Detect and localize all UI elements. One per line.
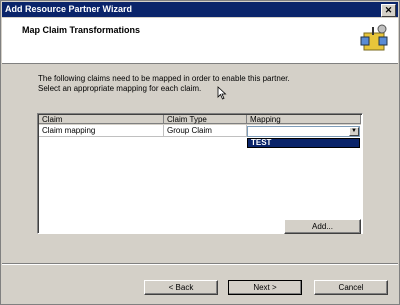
close-icon: ✕ [384,5,393,15]
wizard-icon [360,24,388,51]
wizard-window: Add Resource Partner Wizard ✕ Map Claim … [0,0,400,305]
grid-header: Claim Claim Type Mapping [39,115,361,125]
footer-separator [2,263,398,265]
next-button[interactable]: Next > [228,280,302,295]
column-header-mapping[interactable]: Mapping [247,115,361,124]
column-header-claim-type[interactable]: Claim Type [164,115,247,124]
cell-claim[interactable]: Claim mapping [39,125,164,137]
instruction-line-2: Select an appropriate mapping for each c… [38,84,202,93]
dropdown-option-test[interactable]: TEST [248,139,359,147]
add-button[interactable]: Add... [284,219,361,234]
chevron-down-icon: ▼ [351,128,357,134]
instructions: The following claims need to be mapped i… [38,74,348,94]
window-title: Add Resource Partner Wizard [5,4,132,14]
column-header-claim[interactable]: Claim [39,115,164,124]
back-button[interactable]: < Back [144,280,218,295]
wizard-header: Map Claim Transformations [2,18,398,64]
mouse-cursor-icon [217,86,227,100]
close-button[interactable]: ✕ [381,4,396,17]
cancel-button[interactable]: Cancel [314,280,388,295]
dropdown-button[interactable]: ▼ [349,127,359,136]
instruction-line-1: The following claims need to be mapped i… [38,74,290,83]
title-bar[interactable]: Add Resource Partner Wizard ✕ [2,2,398,17]
mapping-select[interactable]: ▼ [247,126,360,137]
claims-grid[interactable]: Claim Claim Type Mapping Claim mapping G… [37,113,363,234]
mapping-dropdown-list: TEST [247,138,360,148]
page-heading: Map Claim Transformations [22,25,141,35]
cell-claim-type[interactable]: Group Claim [164,125,247,137]
